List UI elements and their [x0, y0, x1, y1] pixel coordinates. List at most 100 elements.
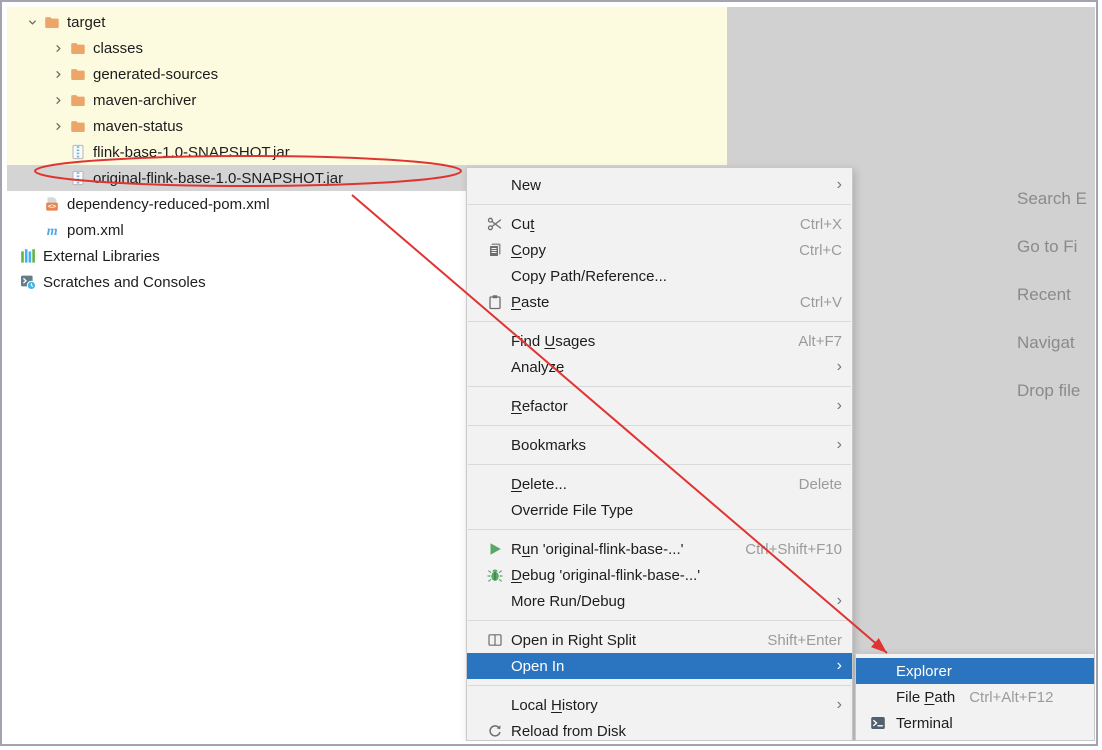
chevron-right-icon[interactable]	[46, 92, 70, 108]
menu-item-label: Open In	[511, 657, 565, 675]
menu-item-new[interactable]: New ›	[467, 172, 852, 198]
menu-item-reload-from-disk[interactable]: Reload from Disk	[467, 718, 852, 740]
paste-icon	[487, 294, 503, 310]
external-libraries-icon	[20, 248, 36, 264]
chevron-down-icon[interactable]	[20, 14, 44, 30]
menu-item-override-file-type[interactable]: Override File Type	[467, 497, 852, 523]
tree-row-label: pom.xml	[67, 221, 124, 239]
menu-item-open-in[interactable]: Open In ›	[467, 653, 852, 679]
menu-item-paste[interactable]: Paste Ctrl+V	[467, 289, 852, 315]
jar-icon	[70, 170, 86, 186]
tree-row-flink-base-1-0-snapshot-jar[interactable]: flink-base-1.0-SNAPSHOT.jar	[7, 139, 727, 165]
folder-icon	[70, 66, 86, 82]
folder-icon	[44, 14, 60, 30]
menu-item-label: Analyze	[511, 358, 565, 376]
menu-item-run-original-flink-base[interactable]: Run 'original-flink-base-...' Ctrl+Shift+…	[467, 536, 852, 562]
ide-window: target classes generated-sources maven-arch…	[0, 0, 1098, 746]
menu-item-delete[interactable]: Delete... Delete	[467, 471, 852, 497]
menu-item-label: Terminal	[896, 714, 953, 732]
menu-item-shortcut: Ctrl+V	[799, 293, 842, 311]
tree-row-target[interactable]: target	[7, 9, 727, 35]
svg-text:m: m	[47, 224, 58, 238]
split-icon	[487, 632, 503, 648]
menu-item-refactor[interactable]: Refactor ›	[467, 393, 852, 419]
editor-hint: Search E	[1017, 189, 1087, 208]
tree-row-label: External Libraries	[43, 247, 160, 265]
menu-item-shortcut: Ctrl+Alt+F12	[969, 688, 1054, 706]
menu-item-label: Explorer	[896, 662, 952, 680]
icon-spacer	[487, 658, 503, 674]
menu-separator	[468, 685, 851, 686]
window-content: target classes generated-sources maven-arch…	[7, 7, 1095, 741]
menu-item-label: Reload from Disk	[511, 722, 627, 740]
menu-item-label: More Run/Debug	[511, 592, 626, 610]
editor-hint: Drop file	[1017, 381, 1081, 400]
submenu-item-file-path[interactable]: File Path Ctrl+Alt+F12	[856, 684, 1094, 710]
icon-spacer	[487, 502, 503, 518]
icon-spacer	[487, 359, 503, 375]
menu-item-bookmarks[interactable]: Bookmarks ›	[467, 432, 852, 458]
menu-item-copy-path-reference[interactable]: Copy Path/Reference...	[467, 263, 852, 289]
svg-text:<>: <>	[48, 203, 56, 211]
context-menu: New › Cut Ctrl+X Copy Ctrl+C Copy Path/Referen…	[466, 167, 853, 741]
submenu-arrow-icon: ›	[836, 696, 842, 713]
tree-row-generated-sources[interactable]: generated-sources	[7, 61, 727, 87]
tree-row-label: classes	[93, 39, 144, 57]
maven-icon: m	[44, 222, 60, 238]
menu-item-shortcut: Delete	[798, 475, 842, 493]
menu-item-find-usages[interactable]: Find Usages Alt+F7	[467, 328, 852, 354]
tree-row-label: maven-status	[93, 117, 184, 135]
chevron-right-icon[interactable]	[46, 40, 70, 56]
cut-icon	[487, 216, 503, 232]
menu-separator	[468, 464, 851, 465]
tree-row-maven-status[interactable]: maven-status	[7, 113, 727, 139]
open-in-submenu: Explorer File Path Ctrl+Alt+F12 Terminal	[855, 653, 1095, 741]
menu-item-label: Run 'original-flink-base-...'	[511, 540, 684, 558]
chevron-right-icon[interactable]	[46, 66, 70, 82]
folder-icon	[70, 40, 86, 56]
copy-icon	[487, 242, 503, 258]
menu-item-debug-original-flink-base[interactable]: Debug 'original-flink-base-...'	[467, 562, 852, 588]
run-icon	[487, 541, 503, 557]
menu-item-more-run-debug[interactable]: More Run/Debug ›	[467, 588, 852, 614]
menu-item-shortcut: Ctrl+Shift+F10	[745, 540, 842, 558]
menu-item-analyze[interactable]: Analyze ›	[467, 354, 852, 380]
menu-separator	[468, 321, 851, 322]
submenu-item-terminal[interactable]: Terminal	[856, 710, 1094, 736]
menu-item-copy[interactable]: Copy Ctrl+C	[467, 237, 852, 263]
menu-item-open-in-right-split[interactable]: Open in Right Split Shift+Enter	[467, 627, 852, 653]
editor-hint: Go to Fi	[1017, 237, 1078, 256]
menu-item-local-history[interactable]: Local History ›	[467, 692, 852, 718]
icon-spacer	[870, 689, 888, 705]
menu-item-shortcut: Ctrl+X	[799, 215, 842, 233]
debug-icon	[487, 567, 503, 583]
tree-row-label: generated-sources	[93, 65, 219, 83]
menu-item-label: Copy Path/Reference...	[511, 267, 667, 285]
menu-item-label: Paste	[511, 293, 550, 311]
reload-icon	[487, 723, 503, 739]
icon-spacer	[487, 593, 503, 609]
editor-hint: Navigat	[1017, 333, 1075, 352]
terminal-icon	[870, 715, 888, 731]
menu-item-shortcut: Shift+Enter	[767, 631, 842, 649]
icon-spacer	[487, 177, 503, 193]
menu-separator	[468, 620, 851, 621]
tree-row-maven-archiver[interactable]: maven-archiver	[7, 87, 727, 113]
menu-item-label: Cut	[511, 215, 535, 233]
submenu-arrow-icon: ›	[836, 397, 842, 414]
icon-spacer	[870, 663, 888, 679]
menu-item-label: Copy	[511, 241, 547, 259]
icon-spacer	[487, 476, 503, 492]
tree-row-label: Scratches and Consoles	[43, 273, 206, 291]
menu-item-label: Open in Right Split	[511, 631, 637, 649]
menu-item-label: Override File Type	[511, 501, 634, 519]
menu-item-shortcut: Ctrl+C	[799, 241, 842, 259]
menu-item-cut[interactable]: Cut Ctrl+X	[467, 211, 852, 237]
tree-row-classes[interactable]: classes	[7, 35, 727, 61]
menu-item-label: Delete...	[511, 475, 567, 493]
chevron-right-icon[interactable]	[46, 118, 70, 134]
tree-row-label: original-flink-base-1.0-SNAPSHOT.jar	[93, 169, 344, 187]
submenu-item-explorer[interactable]: Explorer	[856, 658, 1094, 684]
